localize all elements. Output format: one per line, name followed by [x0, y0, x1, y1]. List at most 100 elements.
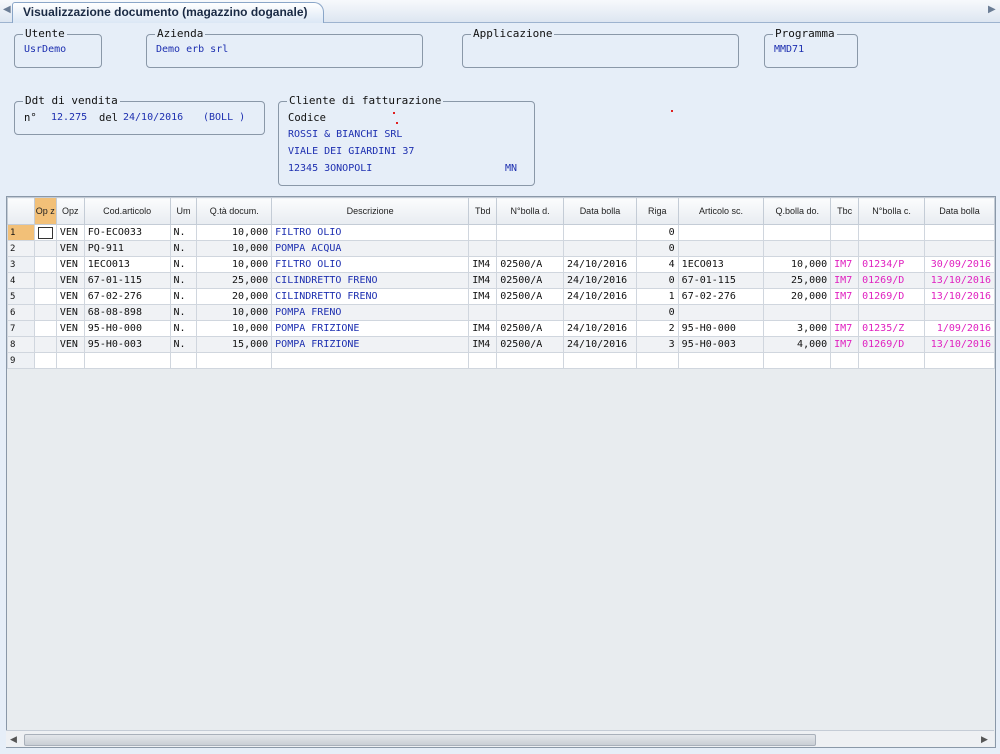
um-cell[interactable]: N.	[169, 304, 198, 321]
opz-cell[interactable]: VEN	[55, 336, 85, 353]
qbolla-do-cell[interactable]: 20,000	[763, 288, 832, 305]
qbolla-do-cell[interactable]: 10,000	[763, 256, 832, 273]
tbc-cell[interactable]	[830, 224, 860, 241]
cod-articolo-cell[interactable]: 67-01-115	[83, 272, 171, 289]
qbolla-do-cell[interactable]	[763, 352, 832, 369]
data-bolla-cell[interactable]	[562, 352, 637, 369]
qta-cell[interactable]: 10,000	[196, 240, 273, 257]
articolo-sc-cell[interactable]: 67-01-115	[677, 272, 765, 289]
cod-articolo-cell[interactable]	[83, 352, 171, 369]
tbd-cell[interactable]: IM4	[468, 320, 498, 337]
opz-select-cell[interactable]	[33, 304, 57, 321]
col-header-tbc[interactable]: Tbc	[830, 197, 860, 225]
articolo-sc-cell[interactable]: 1ECO013	[677, 256, 765, 273]
data-bolla-c-cell[interactable]: 13/10/2016	[923, 272, 995, 289]
table-row[interactable]: 2 VEN PQ-911 N. 10,000 POMPA ACQUA 0	[7, 240, 995, 257]
articolo-sc-cell[interactable]	[677, 240, 765, 257]
data-bolla-cell[interactable]	[562, 240, 637, 257]
tbd-cell[interactable]: IM4	[468, 288, 498, 305]
data-bolla-c-cell[interactable]: 13/10/2016	[923, 288, 995, 305]
descrizione-cell[interactable]: POMPA FRIZIONE	[271, 336, 470, 353]
tbd-cell[interactable]	[468, 240, 498, 257]
table-row[interactable]: 4 VEN 67-01-115 N. 25,000 CILINDRETTO FRENO IM…	[7, 272, 995, 289]
tbc-cell[interactable]: IM7	[830, 288, 860, 305]
riga-cell[interactable]: 0	[635, 240, 679, 257]
qta-cell[interactable]	[196, 352, 273, 369]
descrizione-cell[interactable]: CILINDRETTO FRENO	[271, 288, 470, 305]
tbd-cell[interactable]	[468, 352, 498, 369]
nbolla-c-cell[interactable]	[858, 240, 925, 257]
cod-articolo-cell[interactable]: 67-02-276	[83, 288, 171, 305]
tbc-cell[interactable]: IM7	[830, 272, 860, 289]
riga-cell[interactable]: 3	[635, 336, 679, 353]
data-bolla-cell[interactable]: 24/10/2016	[562, 336, 637, 353]
cod-articolo-cell[interactable]: 68-08-898	[83, 304, 171, 321]
um-cell[interactable]: N.	[169, 320, 198, 337]
qbolla-do-cell[interactable]: 3,000	[763, 320, 832, 337]
opz-cell[interactable]: VEN	[55, 256, 85, 273]
articolo-sc-cell[interactable]	[677, 224, 765, 241]
opz-select-cell[interactable]	[33, 272, 57, 289]
descrizione-cell[interactable]: CILINDRETTO FRENO	[271, 272, 470, 289]
opz-select-cell[interactable]	[33, 320, 57, 337]
col-header-cod-articolo[interactable]: Cod.articolo	[83, 197, 171, 225]
riga-cell[interactable]: 2	[635, 320, 679, 337]
tbd-cell[interactable]: IM4	[468, 272, 498, 289]
tbc-cell[interactable]	[830, 304, 860, 321]
data-bolla-cell[interactable]	[562, 224, 637, 241]
opz-cell[interactable]: VEN	[55, 224, 85, 241]
qta-cell[interactable]: 25,000	[196, 272, 273, 289]
tab-scroll-left-icon[interactable]: ◀	[3, 4, 11, 15]
um-cell[interactable]: N.	[169, 240, 198, 257]
um-cell[interactable]: N.	[169, 336, 198, 353]
nbolla-c-cell[interactable]	[858, 304, 925, 321]
nbolla-d-cell[interactable]	[496, 224, 564, 241]
opz-select-cell[interactable]	[33, 352, 57, 369]
opz-select-cell[interactable]	[33, 336, 57, 353]
qta-cell[interactable]: 10,000	[196, 320, 273, 337]
articolo-sc-cell[interactable]	[677, 352, 765, 369]
articolo-sc-cell[interactable]	[677, 304, 765, 321]
nbolla-d-cell[interactable]	[496, 304, 564, 321]
riga-cell[interactable]: 0	[635, 272, 679, 289]
cod-articolo-cell[interactable]: 95-H0-000	[83, 320, 171, 337]
riga-cell[interactable]: 1	[635, 288, 679, 305]
descrizione-cell[interactable]: FILTRO OLIO	[271, 224, 470, 241]
cod-articolo-cell[interactable]: FO-ECO033	[83, 224, 171, 241]
descrizione-cell[interactable]: POMPA FRENO	[271, 304, 470, 321]
col-header-data-bolla-c[interactable]: Data bolla	[923, 197, 995, 225]
data-bolla-cell[interactable]: 24/10/2016	[562, 256, 637, 273]
riga-cell[interactable]	[635, 352, 679, 369]
col-header-opz-select[interactable]: Op z	[33, 197, 57, 225]
col-header-nbolla-d[interactable]: N°bolla d.	[496, 197, 564, 225]
um-cell[interactable]: N.	[169, 272, 198, 289]
um-cell[interactable]: N.	[169, 256, 198, 273]
data-bolla-c-cell[interactable]: 30/09/2016	[923, 256, 995, 273]
nbolla-d-cell[interactable]	[496, 240, 564, 257]
tbd-cell[interactable]: IM4	[468, 336, 498, 353]
data-bolla-c-cell[interactable]	[923, 352, 995, 369]
data-bolla-cell[interactable]: 24/10/2016	[562, 288, 637, 305]
scroll-right-icon[interactable]: ▶	[981, 734, 988, 745]
data-bolla-c-cell[interactable]: 1/09/2016	[923, 320, 995, 337]
tbc-cell[interactable]	[830, 240, 860, 257]
qbolla-do-cell[interactable]	[763, 240, 832, 257]
col-header-articolo-sc[interactable]: Articolo sc.	[677, 197, 765, 225]
data-bolla-c-cell[interactable]	[923, 224, 995, 241]
horizontal-scrollbar[interactable]: ◀ ▶	[6, 730, 994, 747]
descrizione-cell[interactable]: POMPA FRIZIONE	[271, 320, 470, 337]
opz-cell[interactable]: VEN	[55, 240, 85, 257]
table-row[interactable]: 5 VEN 67-02-276 N. 20,000 CILINDRETTO FRENO IM…	[7, 288, 995, 305]
cod-articolo-cell[interactable]: 1ECO013	[83, 256, 171, 273]
nbolla-c-cell[interactable]: 01235/Z	[858, 320, 925, 337]
table-row[interactable]: 1 VEN FO-ECO033 N. 10,000 FILTRO OLIO 0	[7, 224, 995, 241]
riga-cell[interactable]: 0	[635, 304, 679, 321]
tab-visualizzazione-documento[interactable]: Visualizzazione documento (magazzino dog…	[12, 2, 325, 23]
qta-cell[interactable]: 10,000	[196, 224, 273, 241]
descrizione-cell[interactable]: FILTRO OLIO	[271, 256, 470, 273]
nbolla-d-cell[interactable]: 02500/A	[496, 256, 564, 273]
qbolla-do-cell[interactable]	[763, 224, 832, 241]
nbolla-d-cell[interactable]: 02500/A	[496, 288, 564, 305]
data-bolla-cell[interactable]	[562, 304, 637, 321]
col-header-tbd[interactable]: Tbd	[468, 197, 498, 225]
